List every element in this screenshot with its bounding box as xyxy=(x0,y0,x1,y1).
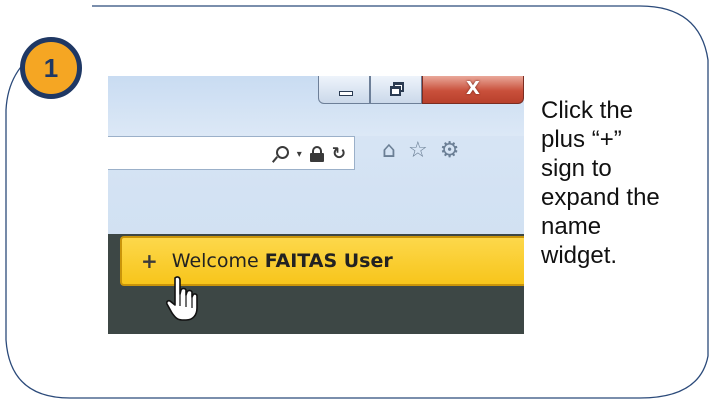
step-number-badge: 1 xyxy=(20,37,82,99)
browser-toolbar: ⌂ ☆ ⚙ xyxy=(382,138,459,163)
lock-icon[interactable] xyxy=(309,146,324,162)
search-icon[interactable] xyxy=(273,146,289,162)
gear-icon[interactable]: ⚙ xyxy=(440,138,460,163)
window-controls: X xyxy=(313,76,524,108)
refresh-icon[interactable]: ↻ xyxy=(332,144,346,164)
star-icon[interactable]: ☆ xyxy=(408,138,428,163)
address-bar-icons: ▾ ↻ xyxy=(273,141,346,167)
address-bar[interactable]: ▾ ↻ xyxy=(108,136,355,170)
instruction-text: Click the plus “+” sign to expand the na… xyxy=(541,97,660,270)
hand-cursor-icon xyxy=(166,276,198,321)
restore-button[interactable] xyxy=(370,76,422,104)
step-number: 1 xyxy=(43,52,59,83)
restore-icon xyxy=(390,82,405,96)
minimize-icon xyxy=(339,91,353,96)
home-icon[interactable]: ⌂ xyxy=(382,138,396,163)
expand-plus-button[interactable]: + xyxy=(141,249,158,273)
close-button[interactable]: X xyxy=(422,76,524,104)
user-name: FAITAS User xyxy=(264,250,393,272)
browser-screenshot: X ▾ ↻ ⌂ ☆ ⚙ + Welcome FAITAS User xyxy=(108,76,524,334)
dropdown-icon[interactable]: ▾ xyxy=(297,149,302,160)
welcome-label: Welcome xyxy=(171,250,259,272)
close-icon: X xyxy=(466,78,480,99)
minimize-button[interactable] xyxy=(318,76,370,104)
